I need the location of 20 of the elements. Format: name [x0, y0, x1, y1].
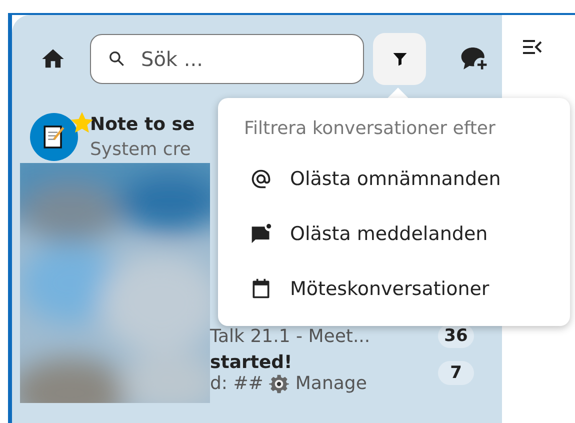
filter-icon	[390, 50, 408, 68]
menu-heading: Filtrera konversationer efter	[244, 118, 496, 139]
filter-button[interactable]	[373, 33, 426, 85]
conversation-subtitle: d: ##	[210, 373, 264, 394]
conversation-subtitle: System cre	[90, 139, 192, 160]
conversation-title: started!	[210, 352, 294, 373]
conversation-subtitle: Talk 21.1 - Meet...	[210, 326, 370, 346]
message-dot-icon	[250, 222, 272, 244]
menu-item[interactable]: Möteskonversationer	[244, 261, 490, 316]
unread-count: 7	[438, 361, 474, 385]
search-field[interactable]: Sök ...	[90, 34, 364, 84]
conversation-subtitle: Manage	[295, 373, 367, 394]
menu-item[interactable]: Olästa omnämnanden	[244, 151, 501, 206]
search-icon	[107, 49, 127, 69]
conversation-title: Note to se	[90, 114, 195, 135]
calendar-icon	[250, 278, 272, 300]
at-sign-icon	[250, 168, 272, 190]
unread-count: 36	[438, 324, 474, 348]
gear-icon	[269, 374, 290, 394]
menu-item[interactable]: Olästa meddelanden	[244, 206, 488, 261]
